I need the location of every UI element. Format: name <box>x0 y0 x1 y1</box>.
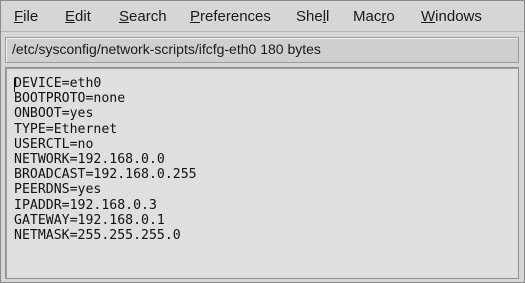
editor-line: GATEWAY=192.168.0.1 <box>14 212 165 228</box>
editor-window: File Edit Search Preferences Shell Macro… <box>0 0 525 283</box>
editor-line: TYPE=Ethernet <box>14 121 118 137</box>
text-cursor <box>14 78 15 92</box>
editor-line: ONBOOT=yes <box>14 106 94 122</box>
menu-macro[interactable]: Macro <box>353 8 395 26</box>
editor-line: NETMASK=255.255.255.0 <box>14 228 181 244</box>
editor-line: PEERDNS=yes <box>14 182 102 198</box>
editor-line: DEVICE=eth0 <box>14 76 102 91</box>
editor-line: BOOTPROTO=none <box>14 91 126 107</box>
menu-shell[interactable]: Shell <box>296 8 329 26</box>
editor-text[interactable]: DEVICE=eth0 BOOTPROTO=none ONBOOT=yes TY… <box>14 76 197 243</box>
menu-windows[interactable]: Windows <box>421 8 482 26</box>
editor-line: USERCTL=no <box>14 136 94 152</box>
editor-line: IPADDR=192.168.0.3 <box>14 197 157 213</box>
menu-search[interactable]: Search <box>119 8 167 26</box>
editor-line: BROADCAST=192.168.0.255 <box>14 167 197 183</box>
editor-line: NETWORK=192.168.0.0 <box>14 152 165 168</box>
menu-edit[interactable]: Edit <box>65 8 91 26</box>
text-editor-area[interactable]: DEVICE=eth0 BOOTPROTO=none ONBOOT=yes TY… <box>5 67 519 279</box>
file-status-bar: /etc/sysconfig/network-scripts/ifcfg-eth… <box>5 37 519 63</box>
file-path-label: /etc/sysconfig/network-scripts/ifcfg-eth… <box>12 41 321 57</box>
menu-preferences[interactable]: Preferences <box>190 8 271 26</box>
menu-bar: File Edit Search Preferences Shell Macro… <box>1 1 524 32</box>
menu-file[interactable]: File <box>14 8 38 26</box>
